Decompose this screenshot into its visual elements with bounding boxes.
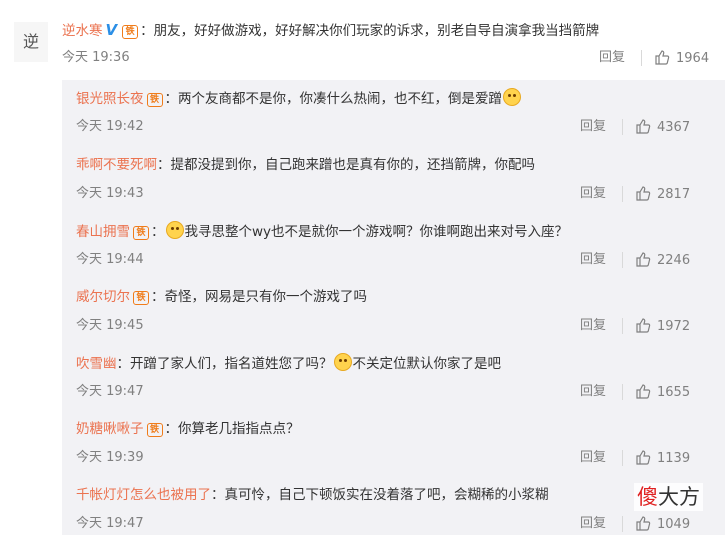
reply-line: 吹雪幽：开蹭了家人们，指名道姓您了吗？ 不关定位默认你家了是吧 [76,353,501,374]
reply-button[interactable]: 回复 [580,185,606,203]
thumbs-up-icon [636,450,651,465]
comment-text: ：朋友，好好做游戏，好好解决你们玩家的诉求，别老自导自演拿我当挡箭牌 [140,23,600,39]
reply-button[interactable]: 回复 [580,515,606,533]
reply-timestamp: 今天 19:45 [76,318,144,333]
reply-button[interactable]: 回复 [580,251,606,269]
like-count: 4367 [657,120,691,135]
reply-button[interactable]: 回复 [580,118,606,136]
reply-line: 乖啊不要死啊：提都没提到你，自己跑来蹭也是真有你的，还挡箭牌，你配吗 [76,155,535,175]
reply-username[interactable]: 乖啊不要死啊 [76,157,157,173]
divider [622,186,623,202]
verified-v-icon: V [105,21,118,39]
like-count: 1655 [657,385,691,400]
reply-username[interactable]: 威尔切尔 [76,289,130,305]
like-count: 1972 [657,319,691,334]
reply-button[interactable]: 回复 [599,49,625,67]
reply-text: ：提都没提到你，自己跑来蹭也是真有你的，还挡箭牌，你配吗 [157,157,535,173]
reply-username[interactable]: 吹雪幽 [76,356,117,372]
reply-username[interactable]: 千帐灯灯怎么也被用了 [76,487,211,503]
divider [622,384,623,400]
thumbs-up-icon [655,50,670,65]
reply-line: 威尔切尔铁：奇怪，网易是只有你一个游戏了吗 [76,287,367,307]
reply-text: ：开蹭了家人们，指名道姓您了吗？ [116,356,333,372]
reply-text: ：两个友商都不是你，你凑什么热闹，也不红，倒是爱蹭 [164,91,503,107]
thumbs-up-icon [636,384,651,399]
reply-line: 银光照长夜铁：两个友商都不是你，你凑什么热闹，也不红，倒是爱蹭 [76,88,522,109]
divider [622,450,623,466]
reply-username[interactable]: 奶糖啾啾子 [76,421,144,437]
reply-line: 奶糖啾啾子铁：你算老几指指点点？ [76,419,300,439]
watermark: 傻大方 [634,483,703,511]
thumbs-up-icon [636,318,651,333]
timestamp: 今天 19:36 [62,50,130,65]
smiley-emoji-icon [165,221,184,239]
replies-panel [62,80,725,535]
avatar[interactable]: 逆 [14,22,48,62]
divider [622,252,623,268]
divider [622,516,623,532]
like-count: 1964 [676,51,710,66]
main-comment: 逆 逆水寒 V 铁：朋友，好好做游戏，好好解决你们玩家的诉求，别老自导自演拿我当挡箭… [0,0,725,80]
reply-text: 我寻思整个wy也不是就你一个游戏啊？你谁啊跑出来对号入座？ [184,224,569,240]
fan-badge-icon: 铁 [146,93,163,107]
reply-timestamp: 今天 19:39 [76,450,144,465]
fan-badge-icon: 铁 [122,25,139,39]
reply-button[interactable]: 回复 [580,449,606,467]
reply-timestamp: 今天 19:42 [76,119,144,134]
thumbs-up-icon [636,252,651,267]
like-button[interactable]: 1139 [635,449,690,468]
like-button[interactable]: 1049 [635,515,690,534]
reply-line: 千帐灯灯怎么也被用了：真可怜，自己下顿饭实在没着落了吧，会糊稀的小浆糊 [76,485,549,505]
fan-badge-icon: 铁 [133,291,149,305]
reply-text: ：奇怪，网易是只有你一个游戏了吗 [151,289,367,305]
reply-timestamp: 今天 19:47 [76,384,144,399]
smiley-emoji-icon [333,353,352,371]
fan-badge-icon: 铁 [133,226,149,240]
like-count: 2246 [657,253,691,268]
fan-badge-icon: 铁 [146,423,163,437]
reply-line: 春山拥雪铁： 我寻思整个wy也不是就你一个游戏啊？你谁啊跑出来对号入座？ [76,221,568,242]
like-button[interactable]: 1655 [635,383,690,402]
reply-button[interactable]: 回复 [580,383,606,401]
thumbs-up-icon [636,516,651,531]
thumbs-up-icon [636,186,651,201]
like-button[interactable]: 1972 [635,317,690,336]
like-button[interactable]: 2817 [635,185,690,204]
like-count: 1139 [657,451,691,466]
reply-text: ：你算老几指指点点？ [164,421,300,437]
reply-username[interactable]: 银光照长夜 [76,91,144,107]
like-button[interactable]: 1964 [654,49,709,68]
reply-timestamp: 今天 19:47 [76,516,144,531]
username[interactable]: 逆水寒 [62,23,103,39]
thumbs-up-icon [636,119,651,134]
reply-text-2: 不关定位默认你家了是吧 [352,356,502,372]
reply-timestamp: 今天 19:43 [76,186,144,201]
like-count: 2817 [657,187,691,202]
smiley-emoji-icon [503,88,521,106]
divider [622,318,623,334]
like-button[interactable]: 2246 [635,251,690,270]
divider [622,119,623,135]
reply-text: ：真可怜，自己下顿饭实在没着落了吧，会糊稀的小浆糊 [211,487,549,503]
reply-username[interactable]: 春山拥雪 [76,224,130,240]
reply-button[interactable]: 回复 [580,317,606,335]
comment-line: 逆水寒 V 铁：朋友，好好做游戏，好好解决你们玩家的诉求，别老自导自演拿我当挡箭牌 [62,20,599,41]
like-count: 1049 [657,517,691,532]
divider [641,50,642,66]
like-button[interactable]: 4367 [635,118,690,137]
reply-timestamp: 今天 19:44 [76,252,144,267]
colon: ： [151,224,165,240]
